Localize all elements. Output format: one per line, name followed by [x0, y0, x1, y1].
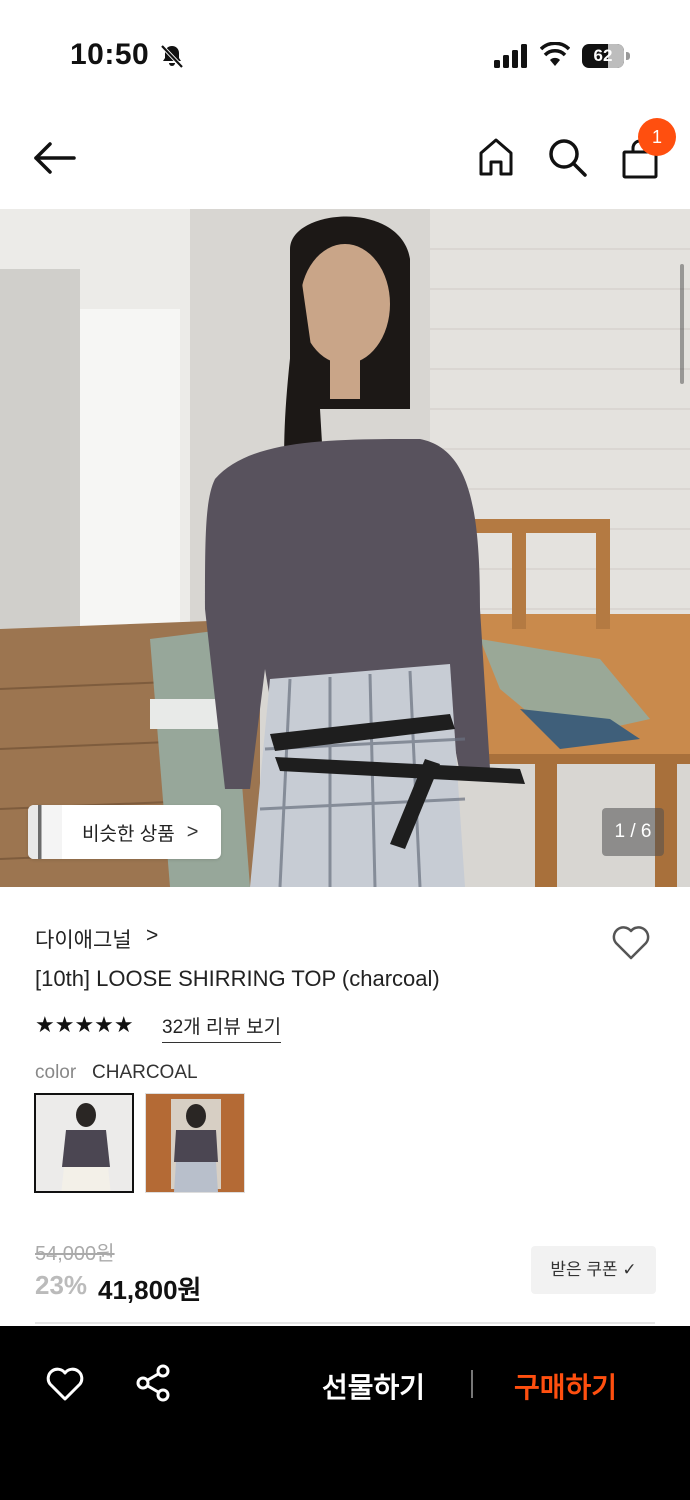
- wishlist-heart-icon[interactable]: [610, 922, 652, 962]
- color-label: color: [35, 1062, 77, 1083]
- search-icon[interactable]: [546, 136, 588, 178]
- buy-button[interactable]: 구매하기: [514, 1366, 617, 1406]
- product-image[interactable]: [0, 209, 690, 887]
- home-icon[interactable]: [476, 136, 516, 178]
- divider: [35, 1322, 655, 1324]
- brand-chevron-icon[interactable]: >: [146, 924, 158, 948]
- status-bar: 10:50 62: [0, 0, 690, 110]
- back-arrow-icon[interactable]: [30, 138, 78, 178]
- image-pager-indicator: 1 / 6: [602, 808, 664, 856]
- received-coupon-button[interactable]: 받은 쿠폰 ✓: [531, 1246, 656, 1294]
- reviews-link[interactable]: 32개 리뷰 보기: [162, 1012, 282, 1043]
- wifi-icon: [540, 42, 570, 66]
- sale-price: 41,800원: [98, 1275, 202, 1305]
- bottom-action-bar: 선물하기 구매하기: [0, 1326, 690, 1500]
- similar-products-thumbnail: [28, 805, 62, 859]
- divider: [471, 1370, 473, 1398]
- product-photo-illustration: [0, 209, 690, 887]
- share-icon[interactable]: [135, 1364, 171, 1402]
- chevron-right-icon: >: [186, 820, 199, 843]
- rating-stars: ★★★★★: [35, 1012, 134, 1037]
- gift-button[interactable]: 선물하기: [322, 1366, 425, 1406]
- battery-level: 62: [593, 46, 613, 65]
- heart-outline-icon[interactable]: [46, 1366, 84, 1402]
- color-option-thumbnail-2[interactable]: [145, 1093, 245, 1193]
- color-value: CHARCOAL: [92, 1062, 198, 1083]
- cart-count-badge: 1: [638, 118, 676, 156]
- original-price: 54,000원: [35, 1243, 115, 1265]
- color-option-thumbnail-1[interactable]: [34, 1093, 134, 1193]
- battery-icon: 62: [582, 44, 630, 68]
- product-title: [10th] LOOSE SHIRRING TOP (charcoal): [35, 966, 440, 991]
- bell-slash-icon: [160, 44, 184, 69]
- discount-rate: 23%: [35, 1270, 88, 1300]
- similar-products-label: 비슷한 상품: [82, 823, 175, 845]
- status-time: 10:50: [70, 38, 150, 71]
- similar-products-button[interactable]: 비슷한 상품 >: [28, 805, 221, 859]
- top-navigation-bar: 1: [0, 110, 690, 210]
- cellular-signal-icon: [494, 44, 527, 68]
- brand-link[interactable]: 다이애그널: [35, 924, 132, 954]
- image-scrollbar[interactable]: [680, 264, 684, 384]
